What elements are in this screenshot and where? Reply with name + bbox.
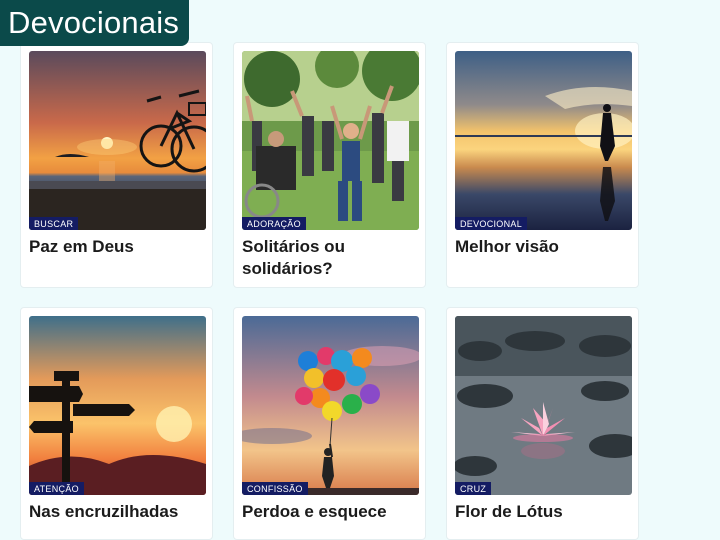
page-header: Devocionais (0, 0, 190, 46)
devotional-card[interactable]: CONFISSÃO Perdoa e esquece (233, 307, 426, 540)
card-title[interactable]: Nas encruzilhadas (29, 501, 206, 523)
card-title[interactable]: Melhor visão (455, 236, 632, 258)
card-image-bicycle-sunset[interactable]: BUSCAR (29, 51, 206, 230)
card-title[interactable]: Solitários ou solidários? (242, 236, 419, 280)
card-image-woman-reflection[interactable]: DEVOCIONAL (455, 51, 632, 230)
card-image-signpost[interactable]: ATENÇÃO (29, 316, 206, 495)
category-tag: ATENÇÃO (29, 482, 84, 495)
devotional-card[interactable]: CRUZ Flor de Lótus (446, 307, 639, 540)
devotional-card[interactable]: ADORAÇÃO Solitários ou solidários? (233, 42, 426, 288)
card-image-lotus[interactable]: CRUZ (455, 316, 632, 495)
card-title[interactable]: Flor de Lótus (455, 501, 632, 523)
page-title: Devocionais (8, 5, 180, 40)
devotional-card[interactable]: BUSCAR Paz em Deus (20, 42, 213, 288)
card-image-balloons[interactable]: CONFISSÃO (242, 316, 419, 495)
category-tag: ADORAÇÃO (242, 217, 306, 230)
devotional-card[interactable]: DEVOCIONAL Melhor visão (446, 42, 639, 288)
card-image-people-praising[interactable]: ADORAÇÃO (242, 51, 419, 230)
devotional-card[interactable]: ATENÇÃO Nas encruzilhadas (20, 307, 213, 540)
card-title[interactable]: Paz em Deus (29, 236, 206, 258)
category-tag: CRUZ (455, 482, 492, 495)
category-tag: DEVOCIONAL (455, 217, 528, 230)
card-title[interactable]: Perdoa e esquece (242, 501, 419, 523)
category-tag: BUSCAR (29, 217, 79, 230)
category-tag: CONFISSÃO (242, 482, 308, 495)
